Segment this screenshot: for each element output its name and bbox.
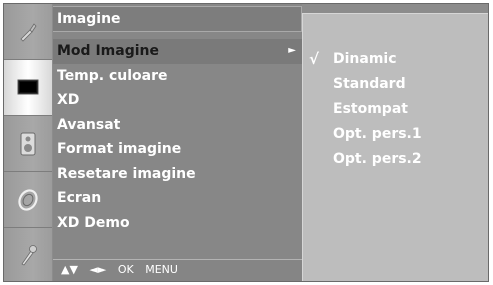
menu-item-advanced[interactable]: Avansat (53, 113, 302, 138)
menu-item-xd-demo[interactable]: XD Demo (53, 211, 302, 236)
submenu-item-label: Dinamic (333, 51, 397, 67)
submenu-item-dynamic[interactable]: √ Dinamic (303, 47, 489, 72)
menu-footer-hints: ▲▼ ◄► OK MENU (53, 259, 302, 281)
menu-item-screen[interactable]: Ecran (53, 186, 302, 211)
submenu-item-user1[interactable]: Opt. pers.1 (303, 122, 489, 147)
nav-left-right-hint: ◄► (89, 263, 107, 276)
audio-icon (20, 132, 36, 155)
menu-item-label: Mod Imagine (57, 43, 159, 59)
category-time[interactable] (4, 172, 52, 228)
picture-mode-submenu: √ Dinamic Standard Estompat Opt. pers.1 … (302, 13, 488, 281)
submenu-item-list: √ Dinamic Standard Estompat Opt. pers.1 … (303, 47, 489, 172)
category-icon-column (4, 4, 52, 281)
category-picture-adjust[interactable] (4, 4, 52, 60)
menu-item-aspect-ratio[interactable]: Format imagine (53, 137, 302, 162)
picture-menu-panel: Imagine Mod Imagine ► Temp. culoare XD A… (53, 4, 302, 281)
osd-menu-window: Imagine Mod Imagine ► Temp. culoare XD A… (3, 3, 489, 282)
category-audio[interactable] (4, 116, 52, 172)
menu-item-color-temperature[interactable]: Temp. culoare (53, 64, 302, 89)
menu-item-list: Mod Imagine ► Temp. culoare XD Avansat F… (53, 39, 302, 235)
ok-hint: OK (117, 263, 134, 276)
category-screen[interactable] (4, 60, 52, 116)
nav-up-down-hint: ▲▼ (61, 263, 78, 276)
clock-icon (18, 188, 38, 211)
menu-item-xd[interactable]: XD (53, 88, 302, 113)
menu-hint: MENU (145, 263, 178, 276)
menu-item-picture-mode[interactable]: Mod Imagine ► (53, 39, 302, 64)
submenu-item-mild[interactable]: Estompat (303, 97, 489, 122)
submenu-arrow-icon: ► (288, 45, 296, 56)
option-icon (21, 244, 37, 266)
submenu-item-standard[interactable]: Standard (303, 72, 489, 97)
menu-title: Imagine (53, 6, 302, 32)
submenu-item-user2[interactable]: Opt. pers.2 (303, 147, 489, 172)
menu-item-picture-reset[interactable]: Resetare imagine (53, 162, 302, 187)
picture-adjust-icon (20, 22, 37, 42)
checkmark-icon: √ (309, 50, 320, 68)
category-option[interactable] (4, 228, 52, 281)
screen-icon (17, 79, 39, 94)
